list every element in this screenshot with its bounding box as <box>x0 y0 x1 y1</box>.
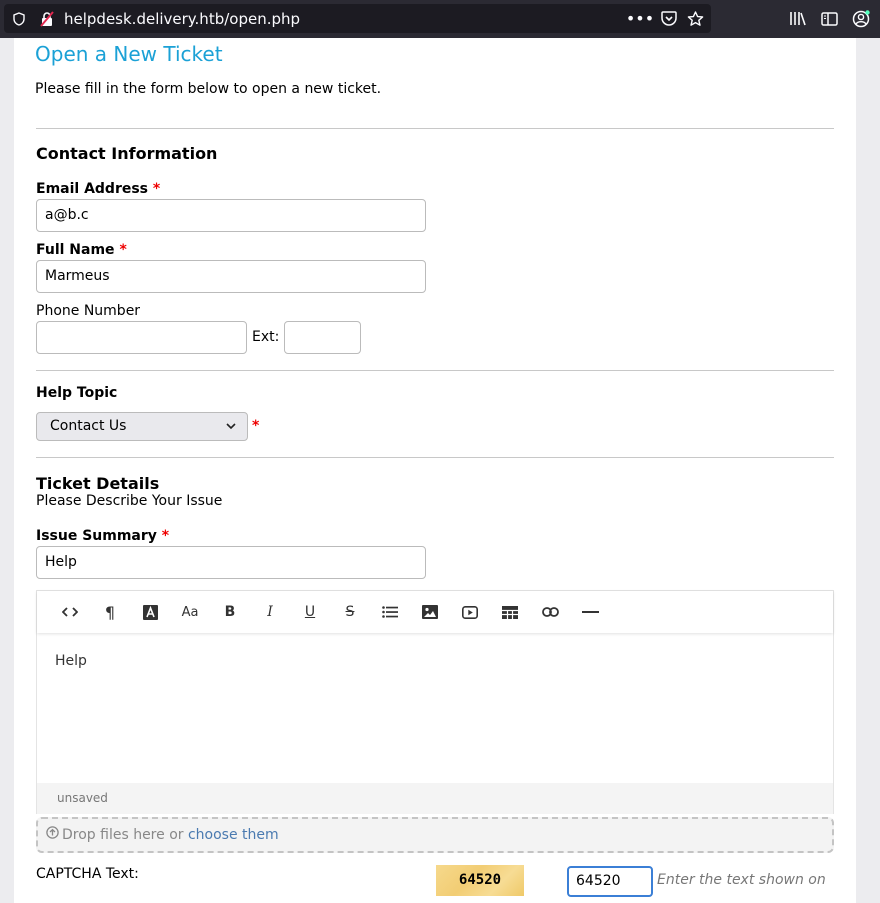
font-size-icon[interactable]: Aa <box>170 597 210 627</box>
italic-icon[interactable]: I <box>250 597 290 627</box>
required-mark: * <box>119 242 127 258</box>
table-icon[interactable] <box>490 597 530 627</box>
dropzone-text: Drop files here or <box>62 827 184 843</box>
library-icon[interactable] <box>788 4 806 33</box>
editor-toolbar: ¶ Aa B I U S <box>37 591 833 633</box>
underline-icon[interactable]: U <box>290 597 330 627</box>
upload-icon <box>46 819 59 851</box>
help-topic-value: Contact Us <box>50 418 127 434</box>
required-mark: * <box>152 181 161 197</box>
more-actions-icon[interactable]: ••• <box>626 4 654 33</box>
url-text[interactable]: helpdesk.delivery.htb/open.php <box>64 10 300 28</box>
page-title: Open a New Ticket <box>35 42 223 66</box>
phone-label: Phone Number <box>36 303 141 319</box>
email-field[interactable]: a@b.c <box>36 199 426 232</box>
account-icon[interactable] <box>851 4 871 33</box>
editor-body-text[interactable]: Help <box>55 653 87 669</box>
list-icon[interactable] <box>370 597 410 627</box>
url-path: /open.php <box>224 10 301 28</box>
bookmark-star-icon[interactable] <box>686 4 704 33</box>
horizontal-rule-icon[interactable] <box>570 597 610 627</box>
file-dropzone[interactable]: Drop files here or choose them <box>36 817 834 853</box>
phone-field[interactable] <box>36 321 247 354</box>
contact-heading: Contact Information <box>36 144 218 163</box>
code-view-icon[interactable] <box>50 597 90 627</box>
image-icon[interactable] <box>410 597 450 627</box>
captcha-label: CAPTCHA Text: <box>36 866 139 882</box>
video-icon[interactable] <box>450 597 490 627</box>
full-name-field[interactable]: Marmeus <box>36 260 426 293</box>
ext-field[interactable] <box>284 321 361 354</box>
text-color-icon[interactable] <box>130 597 170 627</box>
paragraph-icon[interactable]: ¶ <box>90 597 130 627</box>
pocket-icon[interactable] <box>660 4 678 33</box>
bold-icon[interactable]: B <box>210 597 250 627</box>
url-host: helpdesk.delivery.htb <box>64 10 225 28</box>
help-topic-heading: Help Topic <box>36 385 118 401</box>
editor-status: unsaved <box>57 791 108 805</box>
required-mark: * <box>252 418 260 434</box>
url-bar[interactable]: helpdesk.delivery.htb/open.php ••• <box>4 4 711 33</box>
issue-summary-label: Issue Summary * <box>36 528 170 544</box>
sidebar-icon[interactable] <box>820 4 838 33</box>
ticket-details-heading: Ticket Details <box>36 474 160 493</box>
captcha-hint: Enter the text shown on <box>657 872 826 888</box>
ticket-details-subheading: Please Describe Your Issue <box>36 493 223 509</box>
divider <box>36 128 834 129</box>
browser-toolbar: helpdesk.delivery.htb/open.php ••• <box>0 0 880 38</box>
ext-label: Ext: <box>252 329 280 345</box>
chevron-down-icon <box>225 413 237 450</box>
issue-summary-field[interactable]: Help <box>36 546 426 579</box>
editor-status-bar: unsaved <box>37 783 833 814</box>
required-mark: * <box>161 528 170 544</box>
email-label: Email Address * <box>36 181 161 197</box>
link-icon[interactable] <box>530 597 570 627</box>
divider <box>36 370 834 371</box>
captcha-image: 64520 <box>436 865 524 896</box>
divider <box>36 457 834 458</box>
captcha-input[interactable]: 64520 <box>567 866 653 897</box>
full-name-label: Full Name * <box>36 242 127 258</box>
shield-icon[interactable] <box>12 4 26 33</box>
page-intro: Please fill in the form below to open a … <box>35 81 382 97</box>
insecure-lock-icon[interactable] <box>39 4 55 33</box>
rich-text-editor[interactable]: ¶ Aa B I U S Help unsaved <box>36 590 834 814</box>
ticket-form-page: Open a New Ticket Please fill in the for… <box>14 38 856 903</box>
choose-files-link[interactable]: choose them <box>188 827 279 843</box>
strikethrough-icon[interactable]: S <box>330 597 370 627</box>
help-topic-select[interactable]: Contact Us <box>36 412 248 441</box>
